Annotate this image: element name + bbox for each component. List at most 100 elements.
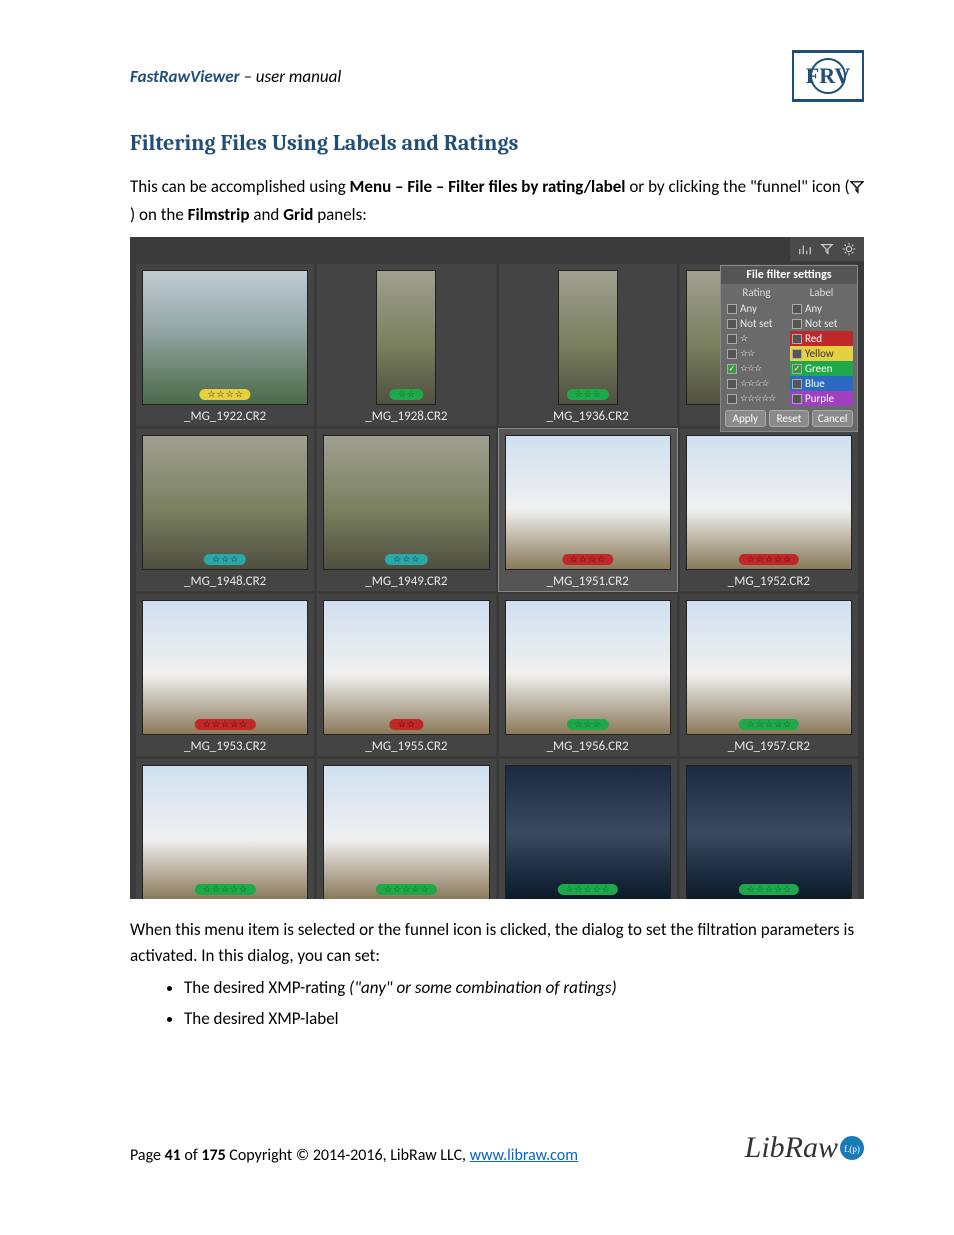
bullet-2: The desired XMP-label: [184, 1005, 864, 1034]
star-icon: ☆: [774, 885, 782, 894]
star-icon: ☆: [593, 885, 601, 894]
thumbnail-cell[interactable]: ☆☆☆☆☆_MG_1965.CR2: [680, 759, 858, 899]
thumbnail-cell[interactable]: ☆☆☆☆☆_MG_1957.CR2: [680, 594, 858, 756]
star-icon: ☆: [411, 885, 419, 894]
bullet-1-italic: ("any" or some combination of ratings): [349, 977, 617, 998]
filter-reset-button[interactable]: Reset: [769, 410, 810, 427]
thumbnail-cell[interactable]: ☆☆☆☆_MG_1922.CR2: [136, 264, 314, 426]
histogram-icon[interactable]: [796, 240, 814, 258]
star-icon: ☆: [217, 390, 225, 399]
thumbnail-cell[interactable]: ☆☆☆☆☆_MG_1961.CR2: [136, 759, 314, 899]
rating-badge: ☆☆☆☆☆: [376, 884, 436, 895]
thumbnail-cell[interactable]: ☆☆☆☆☆ _MG_1952.CR2: [680, 429, 858, 591]
thumbnail-cell[interactable]: ☆☆☆_MG_1956.CR2: [499, 594, 677, 756]
star-icon: ☆: [393, 555, 401, 564]
filter-label-column: Label Any Not set Red Yellow Green Blue …: [790, 286, 853, 406]
footer-page-label: Page: [130, 1146, 165, 1165]
thumbnail-cell[interactable]: ☆☆☆☆☆_MG_1953.CR2: [136, 594, 314, 756]
thumbnail-filename: _MG_1952.CR2: [728, 574, 810, 589]
gear-icon[interactable]: [840, 240, 858, 258]
star-icon: ☆: [783, 885, 791, 894]
star-icon: ☆: [207, 390, 215, 399]
star-icon: ☆: [588, 555, 596, 564]
funnel-filter-icon[interactable]: [818, 240, 836, 258]
star-icon: ☆: [597, 555, 605, 564]
product-name: FastRawViewer: [130, 66, 240, 87]
rating-badge: ☆☆☆☆☆: [739, 554, 799, 565]
rating-badge: ☆☆☆: [204, 554, 246, 565]
label-blue[interactable]: Blue: [790, 376, 853, 391]
star-icon: ☆: [235, 390, 243, 399]
funnel-icon: [850, 176, 864, 202]
star-icon: ☆: [570, 555, 578, 564]
thumbnail-cell[interactable]: ☆☆☆☆☆_MG_1964.CR2: [499, 759, 677, 899]
star-icon: ☆: [203, 885, 211, 894]
star-icon: ☆: [584, 390, 592, 399]
star-icon: ☆: [584, 720, 592, 729]
filter-cancel-button[interactable]: Cancel: [812, 410, 853, 427]
label-notset[interactable]: Not set: [790, 316, 853, 331]
star-icon: ☆: [774, 720, 782, 729]
thumbnail-cell[interactable]: ☆☆_MG_1928.CR2: [317, 264, 495, 426]
star-icon: ☆: [212, 720, 220, 729]
star-icon: ☆: [221, 885, 229, 894]
rating-badge: ☆☆☆☆: [562, 554, 613, 565]
libraw-badge-icon: f.(p): [840, 1136, 864, 1160]
filter-label-head: Label: [790, 286, 853, 299]
rating-badge: ☆☆☆: [567, 719, 609, 730]
file-filter-popup: File filter settings Rating Any Not set …: [720, 265, 858, 432]
rating-2[interactable]: ☆☆: [725, 346, 788, 361]
star-icon: ☆: [602, 885, 610, 894]
thumbnail-cell[interactable]: ☆☆☆☆☆_MG_1962.CR2: [317, 759, 495, 899]
thumbnail-image: ☆☆☆: [505, 600, 671, 735]
star-icon: ☆: [575, 720, 583, 729]
thumbnail-cell[interactable]: ☆☆☆☆_MG_1951.CR2: [499, 429, 677, 591]
star-icon: ☆: [593, 720, 601, 729]
star-icon: ☆: [203, 720, 211, 729]
rating-1[interactable]: ☆: [725, 331, 788, 346]
rating-badge: ☆☆☆: [567, 389, 609, 400]
label-purple[interactable]: Purple: [790, 391, 853, 406]
thumbnail-image: ☆☆☆☆☆: [505, 765, 671, 899]
footer-link[interactable]: www.libraw.com: [470, 1146, 578, 1165]
star-icon: ☆: [398, 720, 406, 729]
intro-text-2: or by clicking the "funnel" icon (: [625, 176, 849, 197]
star-icon: ☆: [230, 885, 238, 894]
thumbnail-cell[interactable]: ☆☆☆ _MG_1948.CR2: [136, 429, 314, 591]
label-red[interactable]: Red: [790, 331, 853, 346]
label-any[interactable]: Any: [790, 301, 853, 316]
rating-3[interactable]: ☆☆☆: [725, 361, 788, 376]
thumbnail-image: ☆☆☆: [142, 435, 308, 570]
star-icon: ☆: [575, 390, 583, 399]
intro-text-1: This can be accomplished using: [130, 176, 350, 197]
filter-rating-head: Rating: [725, 286, 788, 299]
bullet-1: The desired XMP-rating ("any" or some co…: [184, 974, 864, 1003]
filter-apply-button[interactable]: Apply: [725, 410, 766, 427]
thumbnail-cell[interactable]: ☆☆☆ _MG_1936.CR2: [499, 264, 677, 426]
star-icon: ☆: [565, 885, 573, 894]
rating-4[interactable]: ☆☆☆☆: [725, 376, 788, 391]
thumbnail-image: ☆☆☆☆☆: [142, 600, 308, 735]
rating-any[interactable]: Any: [725, 301, 788, 316]
footer-copyright: Copyright © 2014-2016, LibRaw LLC,: [226, 1146, 470, 1165]
intro-text-3: ) on the: [130, 204, 188, 225]
star-icon: ☆: [756, 885, 764, 894]
label-yellow[interactable]: Yellow: [790, 346, 853, 361]
grid-toolbar: [790, 237, 864, 261]
thumbnail-filename: _MG_1936.CR2: [547, 409, 629, 424]
header-suffix: – user manual: [240, 66, 342, 87]
filter-rating-column: Rating Any Not set ☆ ☆☆ ☆☆☆ ☆☆☆☆ ☆☆☆☆☆: [725, 286, 788, 406]
rating-notset[interactable]: Not set: [725, 316, 788, 331]
thumbnail-cell[interactable]: ☆☆_MG_1955.CR2: [317, 594, 495, 756]
label-green[interactable]: Green: [790, 361, 853, 376]
intro-text-4: and: [249, 204, 283, 225]
star-icon: ☆: [783, 720, 791, 729]
star-icon: ☆: [230, 555, 238, 564]
thumbnail-filename: _MG_1948.CR2: [184, 574, 266, 589]
rating-5[interactable]: ☆☆☆☆☆: [725, 391, 788, 406]
star-icon: ☆: [420, 885, 428, 894]
thumbnail-cell[interactable]: ☆☆☆_MG_1949.CR2: [317, 429, 495, 591]
star-icon: ☆: [407, 390, 415, 399]
star-icon: ☆: [226, 390, 234, 399]
libraw-logo-text: LibRaw: [745, 1131, 838, 1165]
